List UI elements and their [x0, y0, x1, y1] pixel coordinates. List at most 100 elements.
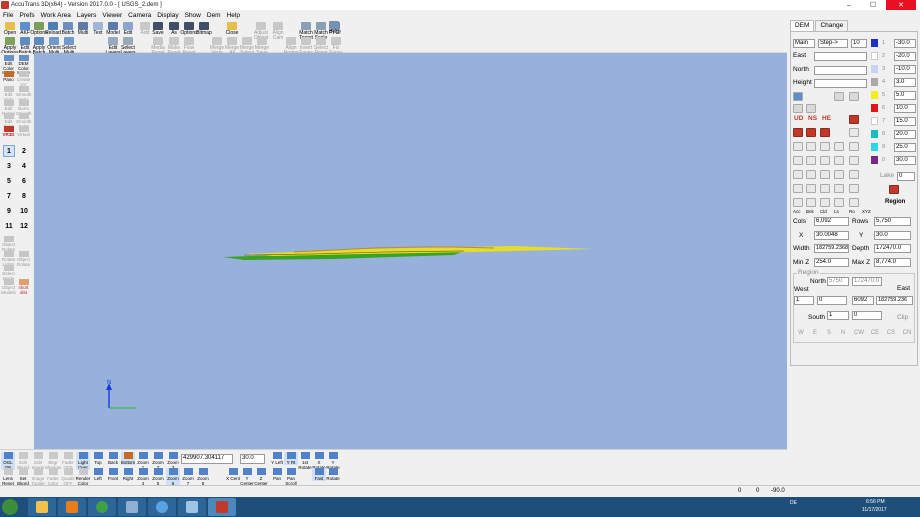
square-icon[interactable] — [820, 142, 830, 151]
render-color-button[interactable]: Render Color — [76, 468, 90, 486]
object-rotate-2-tool[interactable]: Object Rotate — [16, 251, 31, 267]
language-indicator[interactable]: DE — [790, 500, 797, 506]
shape-4-icon[interactable] — [834, 170, 844, 179]
region-west-b[interactable]: 0 — [817, 296, 847, 305]
clock-time[interactable]: 6:56 PM — [866, 499, 885, 505]
shape-5-icon[interactable] — [849, 170, 859, 179]
region-west-a[interactable]: 1 — [794, 296, 814, 305]
shape-11-icon[interactable] — [793, 198, 803, 207]
dir-s-button[interactable]: S — [823, 328, 835, 338]
z-center-button[interactable]: Z Center — [254, 468, 268, 486]
ns-label[interactable]: NS — [808, 115, 817, 122]
edit-button[interactable]: Edit — [120, 22, 136, 36]
shape-1-icon[interactable] — [793, 170, 803, 179]
main-select[interactable]: Main — [793, 39, 815, 48]
color-swatch-5[interactable] — [871, 91, 878, 99]
menu-prefs[interactable]: Prefs — [19, 12, 34, 19]
shape-6-icon[interactable] — [793, 184, 803, 193]
coordinate-field[interactable]: 429907.304117 — [181, 454, 233, 464]
maximize-button[interactable]: ☐ — [862, 0, 884, 10]
layer-button-2[interactable]: 2 — [18, 145, 30, 157]
taskbar-accutrans-button[interactable] — [208, 498, 236, 516]
vr3d-tool[interactable]: VR3D — [1, 126, 16, 138]
shape-3-icon[interactable] — [820, 170, 830, 179]
region-north-b[interactable]: 172470.0 — [852, 277, 882, 286]
brush-icon[interactable] — [793, 156, 803, 165]
taskbar-window-button[interactable] — [178, 498, 206, 516]
close-file-button[interactable]: Close — [224, 22, 240, 36]
taskbar-explorer-button[interactable] — [28, 498, 56, 516]
height-field[interactable] — [814, 79, 867, 88]
ud-label[interactable]: UD — [794, 115, 803, 122]
taskbar-media-button[interactable] — [58, 498, 86, 516]
object-models-tool[interactable]: Object Models — [1, 279, 16, 295]
tab-dem[interactable]: DEM — [790, 20, 815, 31]
color-terrain-icon[interactable] — [834, 92, 844, 101]
layer-button-7[interactable]: 7 — [3, 190, 15, 202]
shape-8-icon[interactable] — [820, 184, 830, 193]
level-value-10[interactable]: 30.0 — [894, 156, 916, 165]
cld-label[interactable]: Cld — [820, 209, 827, 214]
flip-icon[interactable] — [849, 128, 859, 137]
tab-change[interactable]: Change — [815, 20, 849, 31]
level-value-6[interactable]: 10.0 — [894, 104, 916, 113]
ro-label[interactable]: Ro — [849, 209, 855, 214]
color-swatch-1[interactable] — [871, 39, 878, 47]
zoom-8-button[interactable]: Zoom 8 — [196, 468, 210, 486]
shape-12-icon[interactable] — [806, 198, 816, 207]
color-swatch-9[interactable] — [871, 143, 878, 151]
close-button[interactable]: ✕ — [886, 0, 916, 10]
fast-button[interactable]: Fast — [312, 468, 326, 481]
taskbar-ie-button[interactable] — [148, 498, 176, 516]
dir-w-button[interactable]: W — [795, 328, 807, 338]
multi-button[interactable]: Multi — [75, 22, 91, 36]
menu-file[interactable]: File — [3, 12, 13, 19]
batch-button[interactable]: Batch — [60, 22, 76, 36]
layer-button-10[interactable]: 10 — [18, 205, 30, 217]
rotate-button[interactable]: Rotate — [326, 468, 340, 481]
object-rotate-tool[interactable]: Object Rotate — [1, 236, 16, 252]
zoom-5-button[interactable]: Zoom 5 — [151, 468, 165, 486]
shape-13-icon[interactable] — [820, 198, 830, 207]
menu-dem[interactable]: Dem — [207, 12, 221, 19]
layer-button-5[interactable]: 5 — [3, 175, 15, 187]
lift-2-icon[interactable] — [806, 128, 816, 137]
ring-icon[interactable] — [820, 156, 830, 165]
dir-e-button[interactable]: E — [809, 328, 821, 338]
short-dist-tool[interactable]: short dist — [16, 279, 31, 295]
menu-camera[interactable]: Camera — [128, 12, 151, 19]
color-swatch-6[interactable] — [871, 104, 878, 112]
open-button[interactable]: Open — [2, 22, 18, 36]
shape-15-icon[interactable] — [849, 198, 859, 207]
reload-button[interactable]: Reload — [45, 22, 61, 36]
layer-button-6[interactable]: 6 — [18, 175, 30, 187]
spiral-icon[interactable] — [849, 156, 859, 165]
ridge-icon[interactable] — [849, 92, 859, 101]
zoom-6-button[interactable]: Zoom 6 — [166, 468, 180, 486]
east-field[interactable] — [814, 52, 867, 61]
text-button[interactable]: Text — [90, 22, 106, 36]
level-value-3[interactable]: -10.0 — [894, 65, 916, 74]
first-rotate-button[interactable]: 1st Rotate — [298, 452, 312, 470]
dir-ce-button[interactable]: CE — [868, 328, 882, 338]
dem-view-icon[interactable] — [793, 92, 803, 101]
layer-button-12[interactable]: 12 — [18, 220, 30, 232]
menu-help[interactable]: Help — [227, 12, 240, 19]
dir-cs-button[interactable]: CS — [884, 328, 898, 338]
layer-button-8[interactable]: 8 — [18, 190, 30, 202]
region-south-a[interactable]: 1 — [827, 311, 849, 320]
color-swatch-10[interactable] — [871, 156, 878, 164]
y-rt-button[interactable]: Y Rt — [284, 452, 298, 465]
dir-n-button[interactable]: N — [837, 328, 849, 338]
taskbar-chrome-button[interactable] — [88, 498, 116, 516]
view-front-button[interactable]: Front — [106, 468, 120, 481]
zoom-4-button[interactable]: Zoom 4 — [136, 468, 150, 486]
north-field[interactable] — [814, 66, 867, 75]
shape-10-icon[interactable] — [849, 184, 859, 193]
level-value-8[interactable]: 20.0 — [894, 130, 916, 139]
color-swatch-8[interactable] — [871, 130, 878, 138]
shape-2-icon[interactable] — [806, 170, 816, 179]
help-button[interactable]: Help — [326, 21, 342, 35]
minimize-button[interactable]: – — [838, 0, 860, 10]
box-icon[interactable] — [806, 156, 816, 165]
